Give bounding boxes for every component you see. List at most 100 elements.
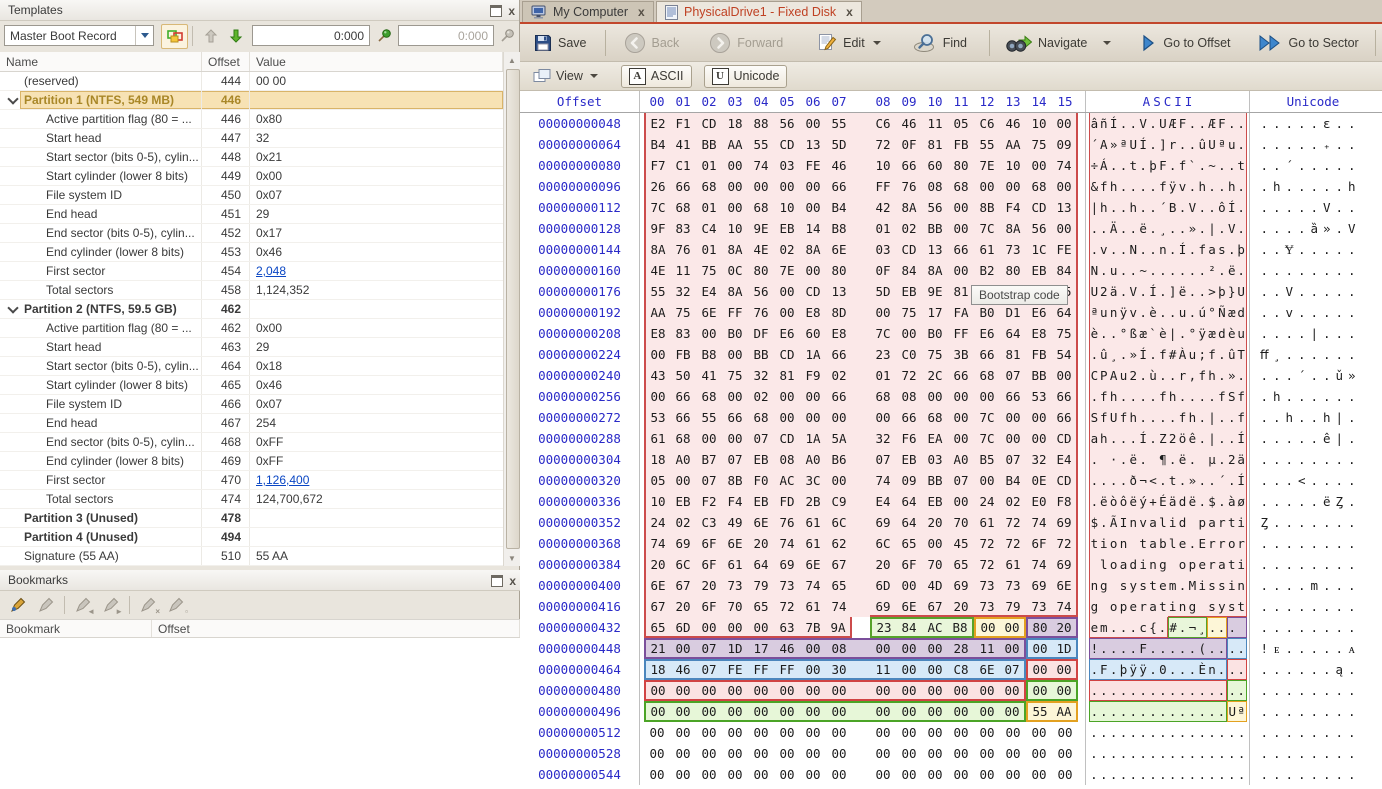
ascii-char[interactable]: . [1187,449,1197,470]
hex-byte[interactable]: FF [748,659,774,680]
hex-byte[interactable]: 45 [948,533,974,554]
hex-byte[interactable]: 00 [722,428,748,449]
hex-byte[interactable]: 70 [922,554,948,575]
ascii-char[interactable]: # [1168,344,1178,365]
unicode-char[interactable]: . [1321,155,1334,176]
hex-byte[interactable]: 8A [896,197,922,218]
hex-byte[interactable]: 6F [696,533,722,554]
ascii-char[interactable]: ö [1178,428,1188,449]
ascii-char[interactable]: . [1109,680,1119,701]
tree-row[interactable]: (reserved)44400 00 [0,72,503,91]
ascii-char[interactable]: s [1119,575,1129,596]
ascii-char[interactable]: . [1119,386,1129,407]
ascii-char[interactable]: Í [1178,239,1188,260]
ascii-char[interactable]: t [1148,575,1158,596]
remove-bookmark-button[interactable] [36,596,56,614]
ascii-char[interactable]: æ [1227,302,1237,323]
unicode-char[interactable]: < [1296,470,1309,491]
pin-offset-button[interactable] [372,24,396,47]
hex-byte[interactable]: 67 [644,596,670,617]
unicode-char[interactable]: . [1258,386,1271,407]
hex-byte[interactable]: FE [1052,239,1078,260]
hex-byte[interactable]: CD [1052,470,1078,491]
ascii-char[interactable]: . [1237,113,1247,134]
unicode-char[interactable]: . [1308,449,1321,470]
hex-byte[interactable]: F0 [748,470,774,491]
unicode-char[interactable]: . [1346,491,1359,512]
hex-byte[interactable]: 65 [948,554,974,575]
unicode-char[interactable]: ´ [1283,155,1296,176]
hex-byte[interactable]: 00 [644,680,670,701]
hex-byte[interactable]: 00 [1000,407,1026,428]
ascii-char[interactable]: h [1187,407,1197,428]
unicode-char[interactable]: . [1321,533,1334,554]
hex-byte[interactable]: 66 [1052,386,1078,407]
hex-byte[interactable]: FF [774,659,800,680]
ascii-char[interactable]: o [1109,596,1119,617]
hex-byte[interactable]: 20 [696,575,722,596]
hex-byte[interactable]: 00 [722,386,748,407]
ascii-char[interactable]: n [1178,596,1188,617]
unicode-char[interactable]: . [1333,344,1346,365]
ascii-char[interactable]: e [1158,575,1168,596]
hex-byte[interactable]: F1 [670,113,696,134]
ascii-char[interactable]: V [1227,218,1237,239]
unicode-char[interactable]: . [1321,344,1334,365]
hex-byte[interactable]: 81 [774,365,800,386]
unicode-char[interactable]: . [1296,302,1309,323]
hex-byte[interactable]: AA [1000,134,1026,155]
unicode-char[interactable]: . [1346,113,1359,134]
hex-byte[interactable]: 00 [748,617,774,638]
ascii-char[interactable]: . [1178,470,1188,491]
ascii-char[interactable]: o [1109,533,1119,554]
hex-byte[interactable]: 8B [722,470,748,491]
hex-byte[interactable]: 00 [1026,680,1052,701]
hex-byte[interactable]: 11 [974,638,1000,659]
ascii-char[interactable]: . [1207,638,1217,659]
unicode-char[interactable]: . [1296,491,1309,512]
hex-byte[interactable]: 67 [670,575,696,596]
ascii-char[interactable]: e [1128,596,1138,617]
unicode-char[interactable]: . [1333,302,1346,323]
hex-byte[interactable]: 00 [722,764,748,785]
ascii-char[interactable]: â [1089,113,1099,134]
unicode-char[interactable]: . [1308,281,1321,302]
ascii-char[interactable]: . [1187,680,1197,701]
tree-row[interactable]: Start head46329 [0,338,503,357]
ascii-char[interactable]: h [1099,428,1109,449]
unicode-char[interactable]: . [1296,701,1309,722]
hex-byte[interactable]: 00 [826,680,852,701]
ascii-char[interactable]: . [1158,638,1168,659]
tree-row[interactable]: Start sector (bits 0-5), cylin...4640x18 [0,357,503,376]
unicode-char[interactable]: . [1333,470,1346,491]
ascii-char[interactable] [1148,449,1158,470]
ascii-char[interactable]: F [1178,113,1188,134]
unicode-char[interactable]: . [1308,659,1321,680]
ascii-char[interactable]: . [1089,659,1099,680]
hex-byte[interactable]: 00 [722,743,748,764]
ascii-char[interactable]: . [1187,239,1197,260]
ascii-char[interactable]: r [1237,533,1247,554]
ascii-char[interactable]: # [1168,617,1178,638]
ascii-char[interactable]: . [1207,617,1217,638]
hex-byte[interactable]: 00 [722,701,748,722]
hex-byte[interactable]: 00 [948,407,974,428]
ascii-char[interactable]: F [1138,638,1148,659]
chevron-down-icon[interactable] [873,41,881,45]
hex-byte[interactable]: 88 [748,113,774,134]
hex-byte[interactable]: 00 [644,386,670,407]
ascii-char[interactable]: . [1089,701,1099,722]
ascii-char[interactable]: þ [1237,239,1247,260]
hex-byte[interactable]: 00 [1026,722,1052,743]
hex-byte[interactable]: 00 [800,638,826,659]
ascii-char[interactable]: ° [1207,302,1217,323]
ascii-char[interactable]: þ [1217,281,1227,302]
ascii-char[interactable]: . [1187,533,1197,554]
hex-byte[interactable]: 10 [644,491,670,512]
ascii-char[interactable]: . [1119,428,1129,449]
unicode-char[interactable]: . [1283,491,1296,512]
hex-byte[interactable]: 00 [1026,155,1052,176]
hex-byte[interactable]: 00 [948,260,974,281]
ascii-char[interactable]: A [1109,365,1119,386]
hex-byte[interactable]: 64 [748,554,774,575]
